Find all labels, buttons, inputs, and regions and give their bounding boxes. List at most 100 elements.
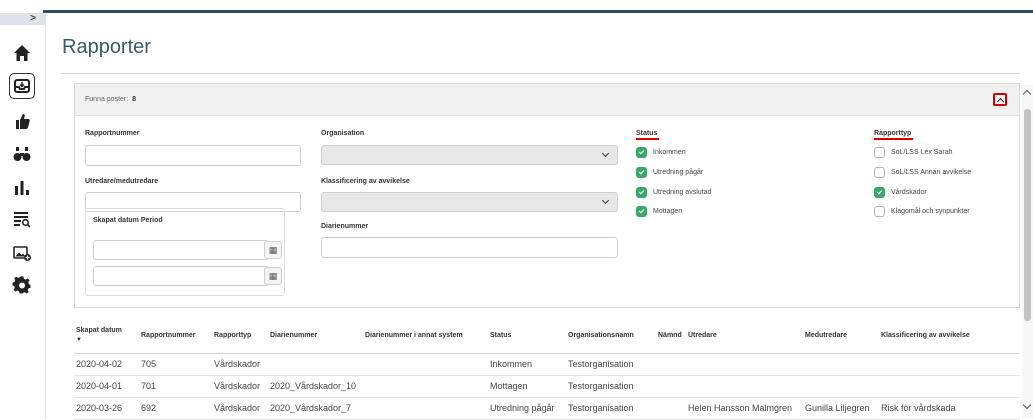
scroll-up-icon[interactable] xyxy=(1022,89,1032,99)
table-row[interactable]: 2020-03-26 692 Vårdskador 2020_Vårdskador_7… xyxy=(74,397,1020,420)
period-to-input[interactable] xyxy=(93,266,269,286)
gear-icon[interactable] xyxy=(9,272,35,298)
table-cell: 2020_Vårdskador_10 xyxy=(268,375,363,398)
checkbox[interactable] xyxy=(874,186,885,198)
checkbox[interactable] xyxy=(636,186,647,198)
sort-desc-icon[interactable]: ▼ xyxy=(76,337,139,343)
sidebar: > xyxy=(0,13,46,419)
column-header[interactable]: Organisationsnamn xyxy=(566,318,656,354)
table-cell: 2020-04-01 xyxy=(74,375,139,398)
column-header[interactable]: Rapportnummer xyxy=(139,318,212,354)
rapporttyp-option[interactable]: SoL/LSS Annan avvikelse xyxy=(874,166,971,178)
rapportnummer-label: Rapportnummer xyxy=(85,130,140,137)
table-body: 2020-04-02 705 Vårdskador Inkommen Testorgan… xyxy=(74,353,1020,420)
column-header[interactable]: Klassificering av avvikelse xyxy=(879,318,1020,354)
status-option[interactable]: Utredning avslutad xyxy=(636,186,711,198)
status-option-label: Utredning pågår xyxy=(653,168,704,176)
table-cell: Testorganisation xyxy=(566,375,656,398)
table-row[interactable]: 2020-04-02 705 Vårdskador Inkommen Testorgan… xyxy=(74,353,1020,376)
list-search-icon[interactable] xyxy=(9,206,35,232)
rapporttyp-title: Rapporttyp xyxy=(874,130,914,140)
column-header[interactable]: Utredare xyxy=(686,318,803,354)
table-cell xyxy=(686,375,803,398)
column-header[interactable]: Status xyxy=(488,318,566,354)
table-cell xyxy=(879,353,1020,376)
organisation-label: Organisation xyxy=(321,130,365,137)
checkbox[interactable] xyxy=(636,146,647,158)
rapporttyp-option-label: SoL/LSS Lex Sarah xyxy=(891,148,953,156)
table-cell xyxy=(656,397,686,420)
table-cell: Vårdskador xyxy=(212,375,268,398)
table-cell: Gunilla Liljegren xyxy=(803,397,879,420)
bar-chart-icon[interactable] xyxy=(9,174,35,200)
table-cell: Utredning pågår xyxy=(488,397,566,420)
table-cell xyxy=(363,375,488,398)
table-cell: 2020-03-26 xyxy=(74,397,139,420)
table-cell: Testorganisation xyxy=(566,353,656,376)
table-cell: Inkommen xyxy=(488,353,566,376)
column-header-label: Skapat datum xyxy=(76,327,122,335)
table-cell xyxy=(803,353,879,376)
table-cell xyxy=(363,353,488,376)
rapportnummer-input[interactable] xyxy=(85,145,301,166)
organisation-select[interactable] xyxy=(321,145,618,165)
status-option[interactable]: Utredning pågår xyxy=(636,166,703,178)
table-cell: Helen Hansson Malmgren xyxy=(686,397,803,420)
table-cell: 2020-04-02 xyxy=(74,353,139,376)
column-header[interactable]: Diarienummer xyxy=(268,318,363,354)
table-cell: 2020_Vårdskador_7 xyxy=(268,397,363,420)
binoculars-icon[interactable] xyxy=(9,141,35,167)
status-option-label: Inkommen xyxy=(653,148,686,156)
rapporttyp-option[interactable]: Klagomål och synpunkter xyxy=(874,205,970,217)
scroll-down-icon[interactable] xyxy=(1022,400,1032,410)
found-records-label: Funna poster: xyxy=(85,96,129,103)
image-add-icon[interactable] xyxy=(9,240,35,266)
column-header[interactable]: Rapporttyp xyxy=(212,318,268,354)
table-cell: 705 xyxy=(139,353,212,376)
column-header[interactable]: Nämnd xyxy=(656,318,686,354)
page-scrollbar[interactable] xyxy=(1022,85,1033,419)
checkbox[interactable] xyxy=(636,166,647,178)
inbox-icon[interactable] xyxy=(9,73,35,99)
top-bar-line xyxy=(43,10,1033,13)
scrollbar-thumb[interactable] xyxy=(1024,109,1031,321)
klassificering-select[interactable] xyxy=(321,192,618,212)
calendar-icon[interactable]: ▦ xyxy=(264,267,282,285)
chevron-down-icon xyxy=(601,149,610,158)
rapporttyp-option-label: Klagomål och synpunkter xyxy=(891,207,970,215)
diarienummer-input[interactable] xyxy=(321,237,618,258)
collapse-filter-button[interactable] xyxy=(993,93,1007,106)
table-cell: Testorganisation xyxy=(566,397,656,420)
main-content: Rapporter Funna poster: 8 Rapportnummer … xyxy=(62,28,1022,420)
table-row[interactable]: 2020-04-01 701 Vårdskador 2020_Vårdskador_1… xyxy=(74,375,1020,398)
status-option[interactable]: Inkommen xyxy=(636,146,686,158)
utredare-label: Utredare/medutredare xyxy=(85,178,159,185)
checkbox[interactable] xyxy=(874,146,885,158)
rapporttyp-option[interactable]: SoL/LSS Lex Sarah xyxy=(874,146,953,158)
table-cell xyxy=(686,353,803,376)
period-from-input[interactable] xyxy=(93,240,269,260)
column-header[interactable]: Diarienummer i annat system xyxy=(363,318,488,354)
status-option-label: Mottagen xyxy=(653,207,683,215)
page-title: Rapporter xyxy=(62,36,151,58)
column-header[interactable]: Skapat datum ▼ xyxy=(74,318,139,354)
rapporttyp-option-label: Vårdskador xyxy=(891,188,927,196)
checkbox[interactable] xyxy=(636,205,647,217)
rapporttyp-option[interactable]: Vårdskador xyxy=(874,186,927,198)
rapporttyp-option-label: SoL/LSS Annan avvikelse xyxy=(891,168,972,176)
thumbs-up-icon[interactable] xyxy=(9,108,35,134)
klassificering-label: Klassificering av avvikelse xyxy=(321,178,410,185)
checkbox[interactable] xyxy=(874,205,885,217)
table-header-row: Skapat datum ▼ Rapportnummer Rapporttyp D… xyxy=(74,318,1020,354)
status-option[interactable]: Mottagen xyxy=(636,205,682,217)
sidebar-expand-toggle[interactable]: > xyxy=(0,13,46,25)
home-icon[interactable] xyxy=(9,40,35,66)
found-records-count: 8 xyxy=(132,96,137,103)
table-cell: Mottagen xyxy=(488,375,566,398)
checkbox[interactable] xyxy=(874,166,885,178)
found-records: Funna poster: 8 xyxy=(85,96,136,103)
chevron-down-icon xyxy=(601,196,610,205)
status-title: Status xyxy=(636,130,660,140)
column-header[interactable]: Medutredare xyxy=(803,318,879,354)
calendar-icon[interactable]: ▦ xyxy=(264,241,282,259)
